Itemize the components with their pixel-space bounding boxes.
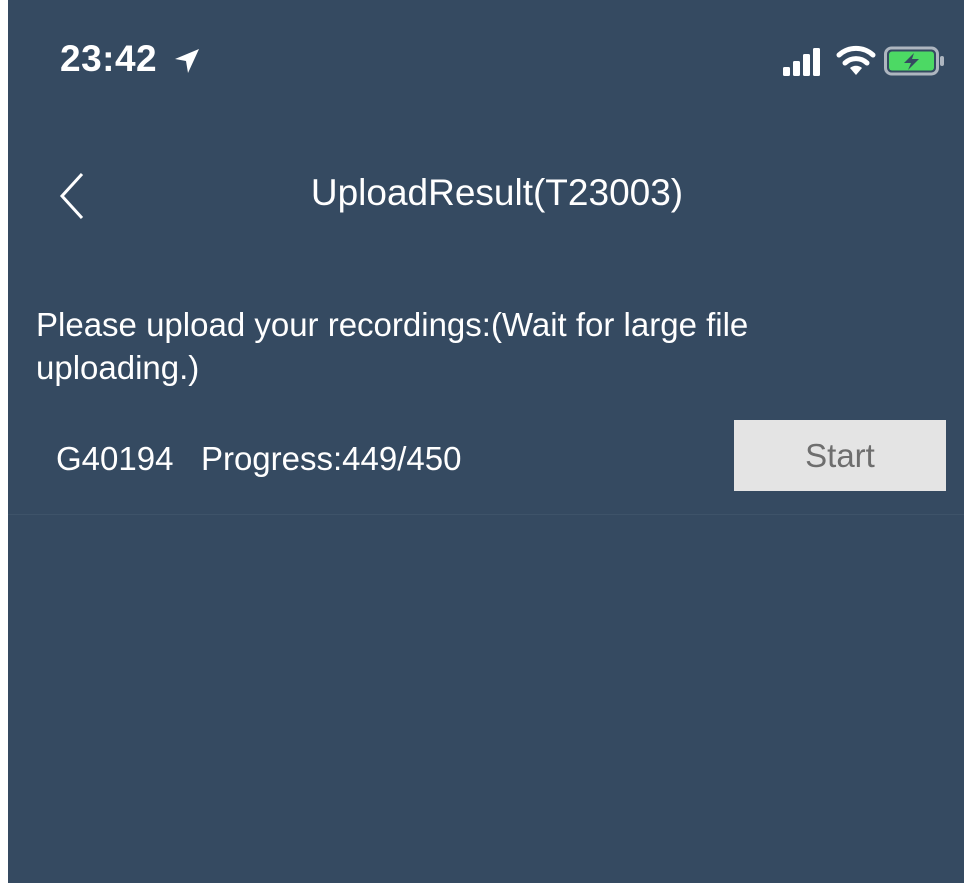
upload-item-row: G40194 Progress:449/450 Start bbox=[8, 410, 964, 515]
navigation-bar: UploadResult(T23003) bbox=[8, 150, 964, 240]
location-arrow-icon bbox=[175, 49, 199, 73]
upload-item-label: G40194 Progress:449/450 bbox=[56, 440, 461, 478]
recording-id: G40194 bbox=[56, 440, 174, 477]
cellular-signal-icon bbox=[783, 48, 820, 76]
wifi-icon bbox=[836, 45, 876, 75]
page-title: UploadResult(T23003) bbox=[310, 172, 684, 213]
battery-charging-icon bbox=[884, 46, 944, 76]
status-bar: 23:42 bbox=[8, 0, 964, 120]
upload-instruction: Please upload your recordings:(Wait for … bbox=[36, 306, 749, 386]
status-time: 23:42 bbox=[60, 38, 158, 79]
app-screen: 23:42 UploadResult(T23003) Please upload… bbox=[8, 0, 964, 883]
progress-text: Progress:449/450 bbox=[200, 440, 462, 477]
start-upload-button[interactable]: Start bbox=[734, 420, 946, 491]
